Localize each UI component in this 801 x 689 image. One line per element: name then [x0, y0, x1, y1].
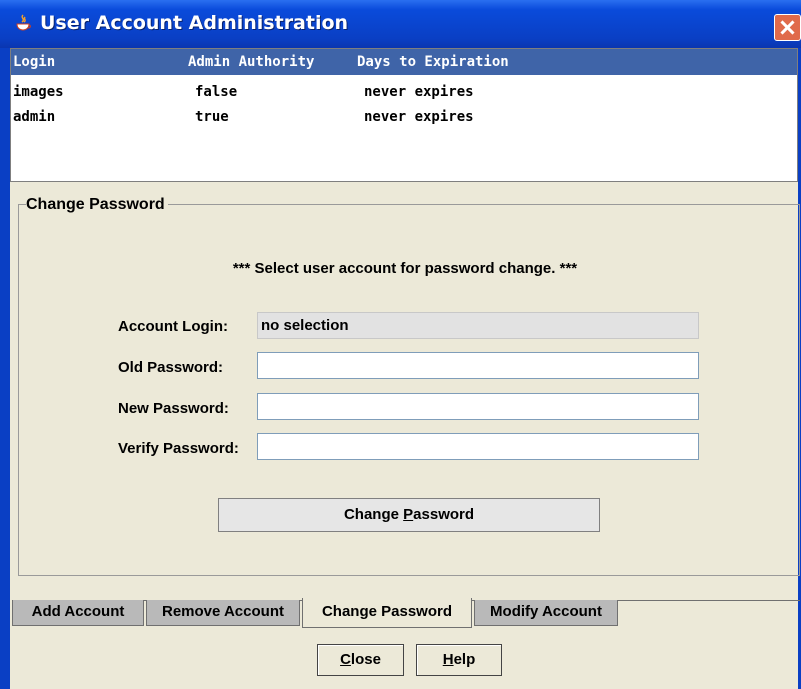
tab-remove-account[interactable]: Remove Account [146, 600, 300, 626]
verify-password-label: Verify Password: [118, 440, 239, 457]
window-frame-left [0, 48, 10, 689]
account-login-field: no selection [257, 312, 699, 339]
window-title: User Account Administration [40, 12, 349, 34]
java-icon [16, 14, 31, 31]
title-bar[interactable]: User Account Administration [0, 0, 801, 48]
tab-change-password[interactable]: Change Password [302, 598, 472, 628]
table-header: Login Admin Authority Days to Expiration [11, 49, 797, 76]
new-password-label: New Password: [118, 400, 229, 417]
tab-bar: Add Account Remove Account Change Passwo… [12, 598, 800, 630]
new-password-input[interactable] [257, 393, 699, 420]
help-button[interactable]: Help [416, 644, 502, 676]
cell-admin-authority: false [195, 84, 238, 100]
table-row[interactable]: admin true never expires [11, 106, 797, 130]
old-password-input[interactable] [257, 352, 699, 379]
cell-login: admin [13, 109, 56, 125]
account-login-label: Account Login: [118, 318, 228, 335]
close-window-icon[interactable] [774, 14, 801, 41]
help-mnemonic: H [442, 651, 454, 668]
change-password-panel: Change Password *** Select user account … [10, 186, 800, 600]
tab-modify-account[interactable]: Modify Account [474, 600, 618, 626]
cell-login: images [13, 84, 64, 100]
dialog-window: User Account Administration Login Admin … [0, 0, 801, 689]
column-header-days-to-expiration[interactable]: Days to Expiration [357, 54, 509, 70]
tab-add-account[interactable]: Add Account [12, 600, 144, 626]
cell-admin-authority: true [195, 109, 229, 125]
cell-days-to-expiration: never expires [364, 109, 474, 125]
change-password-button[interactable]: Change Password [218, 498, 600, 532]
accounts-table[interactable]: Login Admin Authority Days to Expiration… [10, 48, 798, 182]
close-label-rest: lose [350, 651, 381, 668]
groupbox-title: Change Password [26, 196, 168, 214]
button-mnemonic: P [403, 506, 414, 523]
button-label-prefix: Change [343, 506, 404, 523]
column-header-login[interactable]: Login [13, 54, 55, 70]
cell-days-to-expiration: never expires [364, 84, 474, 100]
verify-password-input[interactable] [257, 433, 699, 460]
close-button[interactable]: Close [317, 644, 404, 676]
button-label-suffix: assword [413, 506, 475, 523]
table-row[interactable]: images false never expires [11, 81, 797, 105]
help-label-rest: elp [453, 651, 476, 668]
old-password-label: Old Password: [118, 359, 224, 376]
column-header-admin-authority[interactable]: Admin Authority [188, 54, 314, 70]
close-mnemonic: C [340, 651, 351, 668]
selection-notice: *** Select user account for password cha… [232, 260, 578, 277]
